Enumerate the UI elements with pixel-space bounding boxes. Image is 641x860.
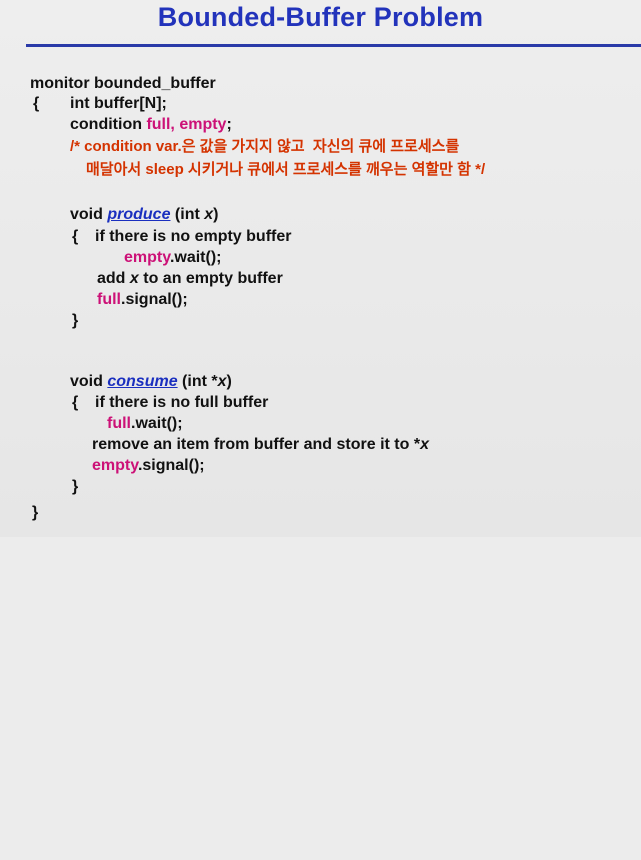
consume-wait-call: .wait(); [131,415,183,432]
produce-if-line: if there is no empty buffer [95,228,292,245]
consume-function-name: consume [107,373,178,390]
produce-add-suffix: to an empty buffer [138,270,283,287]
produce-signal-line: full.signal(); [97,290,188,310]
produce-add-prefix: add [97,270,130,287]
title-divider [26,44,641,47]
comment-line-1-prefix: /* condition var. [70,138,182,155]
comment-line-2-sleep: sleep [145,161,188,178]
consume-wait-line: full.wait(); [107,414,183,434]
consume-open-brace: { [72,394,79,411]
produce-add-variable: x [129,270,139,287]
produce-signal-variable: full [97,291,121,308]
produce-function-name: produce [107,206,171,223]
consume-param-close: ) [226,373,232,390]
consume-wait-variable: full [107,415,131,432]
code-block: monitor bounded_buffer { int buffer[N]; … [0,0,485,860]
consume-remove-prefix: remove an item from buffer and store it … [92,436,421,453]
produce-param-close: ) [213,206,219,223]
monitor-close-brace: } [32,504,39,521]
consume-if-line: if there is no full buffer [95,394,269,411]
produce-wait-call: .wait(); [169,249,222,266]
consume-signal-line: empty.signal(); [92,456,205,476]
slide: Bounded-Buffer Problem monitor bounded_b… [0,0,641,537]
comment-line-1-korean: 은 값을 가지지 않고 자신의 큐에 프로세스를 [181,138,460,155]
slide-title: Bounded-Buffer Problem [157,2,484,32]
consume-remove-variable: x [420,436,429,453]
consume-signal-call: .signal(); [137,457,205,474]
produce-close-brace: } [72,312,79,329]
produce-return-type: void [70,206,108,223]
consume-signature: void consume (int *x) [70,372,232,392]
comment-line-2-korean-b: 시키거나 큐에서 프로세스를 깨우는 역할만 함 */ [187,161,486,178]
produce-wait-line: empty.wait(); [124,248,221,268]
consume-param-type: (int * [177,373,218,390]
condition-keyword: condition [70,116,147,133]
produce-open-brace: { [72,228,79,245]
comment-line-1: /* condition var.은 값을 가지지 않고 자신의 큐에 프로세스… [70,137,459,157]
comment-line-2-korean-a: 매달아서 [86,161,146,178]
condition-variables: full, empty [146,116,227,133]
produce-param-name: x [204,206,214,223]
produce-signature: void produce (int x) [70,205,218,225]
consume-param-name: x [217,373,227,390]
consume-signal-variable: empty [92,457,138,474]
produce-signal-call: .signal(); [121,291,188,308]
comment-line-2: 매달아서 sleep 시키거나 큐에서 프로세스를 깨우는 역할만 함 */ [86,160,485,180]
consume-close-brace: } [72,478,79,495]
consume-remove-line: remove an item from buffer and store it … [92,435,429,455]
produce-add-line: add x to an empty buffer [97,269,283,289]
produce-param-type: (int [170,206,205,223]
consume-return-type: void [70,373,108,390]
buffer-declaration: int buffer[N]; [70,95,167,112]
monitor-open-brace: { [33,95,40,112]
condition-semicolon: ; [226,116,232,133]
produce-wait-variable: empty [124,249,170,266]
monitor-declaration: monitor bounded_buffer [30,75,216,92]
condition-declaration: condition full, empty; [70,115,232,135]
